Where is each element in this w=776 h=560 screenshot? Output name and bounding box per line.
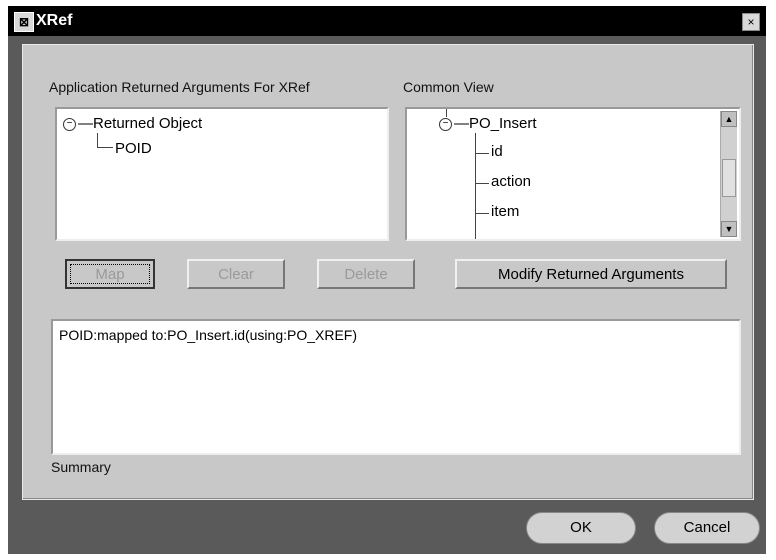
- tree-connector: [475, 153, 489, 154]
- tree-connector: [475, 213, 489, 214]
- close-button[interactable]: ×: [742, 13, 760, 31]
- tree-connector: [97, 147, 113, 148]
- xref-dialog: ⊠ XRef × Application Returned Arguments …: [8, 6, 766, 554]
- tree-connector: [475, 133, 476, 239]
- tree-node-poid[interactable]: POID: [115, 140, 152, 157]
- returned-arguments-tree[interactable]: − —Returned Object POID: [55, 107, 389, 241]
- summary-box[interactable]: POID:mapped to:PO_Insert.id(using:PO_XRE…: [51, 319, 741, 455]
- scroll-thumb[interactable]: [722, 159, 736, 197]
- tree-node-item[interactable]: item: [491, 203, 519, 220]
- tree-node-returned-object[interactable]: − —Returned Object: [63, 115, 202, 132]
- collapse-icon[interactable]: −: [63, 117, 76, 131]
- common-view-tree[interactable]: − —PO_Insert id action item ▲ ▼: [405, 107, 741, 241]
- cancel-button[interactable]: Cancel: [654, 512, 760, 544]
- tree-node-label: PO_Insert: [469, 115, 537, 132]
- summary-text: POID:mapped to:PO_Insert.id(using:PO_XRE…: [59, 327, 358, 343]
- tree-node-id[interactable]: id: [491, 143, 503, 160]
- app-icon: ⊠: [14, 12, 34, 32]
- tree-node-po-insert[interactable]: − —PO_Insert: [439, 115, 537, 132]
- tree-node-action[interactable]: action: [491, 173, 531, 190]
- tree-connector: [475, 183, 489, 184]
- scroll-down-icon[interactable]: ▼: [721, 221, 737, 237]
- right-panel-label: Common View: [403, 79, 494, 95]
- modify-returned-arguments-button[interactable]: Modify Returned Arguments: [455, 259, 727, 289]
- vertical-scrollbar[interactable]: ▲ ▼: [720, 111, 737, 237]
- clear-button[interactable]: Clear: [187, 259, 285, 289]
- ok-button[interactable]: OK: [526, 512, 636, 544]
- window-title: XRef: [36, 12, 73, 29]
- summary-label: Summary: [51, 459, 111, 475]
- delete-button[interactable]: Delete: [317, 259, 415, 289]
- main-panel: Application Returned Arguments For XRef …: [22, 44, 754, 500]
- tree-connector: [97, 133, 98, 147]
- title-bar[interactable]: ⊠ XRef ×: [8, 6, 766, 36]
- scroll-up-icon[interactable]: ▲: [721, 111, 737, 127]
- collapse-icon[interactable]: −: [439, 117, 452, 131]
- left-panel-label: Application Returned Arguments For XRef: [49, 79, 310, 95]
- tree-node-label: Returned Object: [93, 115, 203, 132]
- map-button[interactable]: Map: [65, 259, 155, 289]
